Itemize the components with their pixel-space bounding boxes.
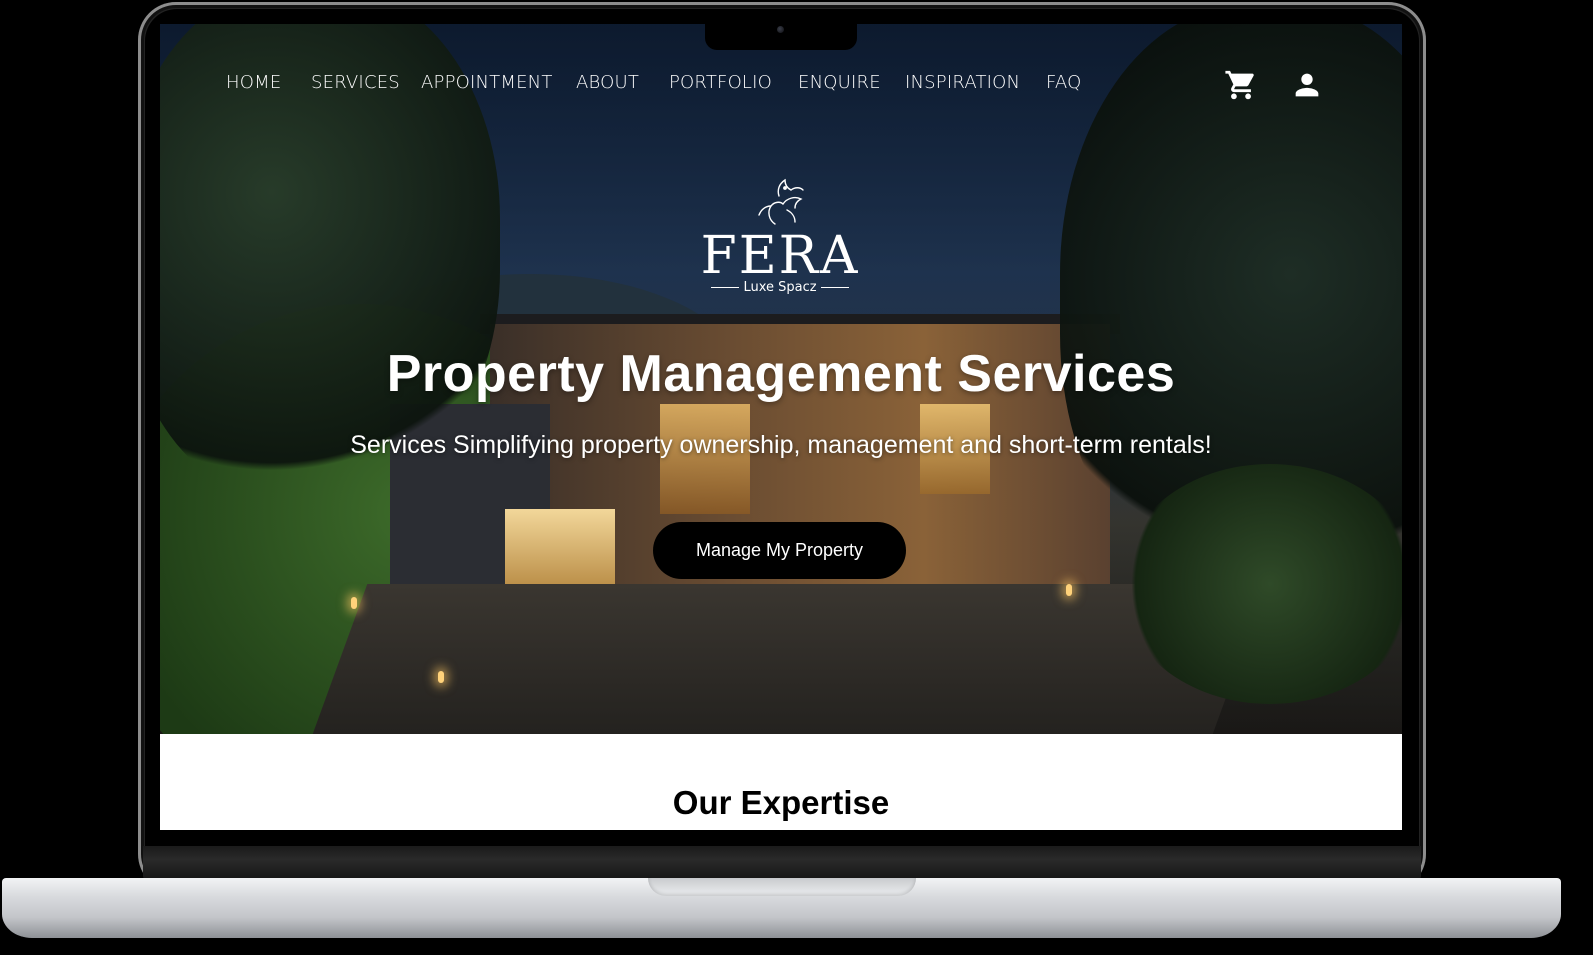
nav-item-appointment[interactable]: APPOINTMENT	[421, 72, 553, 93]
hero-subtitle: Services Simplifying property ownership,…	[350, 431, 1212, 459]
tagline-text: Luxe Spacz	[743, 280, 817, 295]
hero-title: Property Management Services	[386, 345, 1176, 403]
garden-lamp	[351, 597, 357, 609]
manage-property-button[interactable]: Manage My Property	[653, 522, 906, 579]
nav-item-faq[interactable]: FAQ	[1046, 72, 1081, 93]
nav-item-inspiration[interactable]: INSPIRATION	[905, 72, 1020, 93]
expertise-section: Our Expertise	[160, 734, 1402, 830]
main-nav: HOME SERVICES APPOINTMENT ABOUT PORTFOLI…	[160, 72, 1402, 98]
nav-item-services[interactable]: SERVICES	[311, 72, 400, 93]
nav-item-portfolio[interactable]: PORTFOLIO	[669, 72, 772, 93]
hero-section: HOME SERVICES APPOINTMENT ABOUT PORTFOLI…	[160, 24, 1402, 734]
cart-icon[interactable]	[1224, 68, 1258, 102]
garden-lamp	[1066, 584, 1072, 596]
nav-item-enquire[interactable]: ENQUIRE	[798, 72, 881, 93]
tree-right-lower	[1120, 464, 1402, 704]
camera-notch	[705, 22, 857, 50]
tagline-rule	[820, 287, 849, 288]
brand-wordmark: FERA	[700, 226, 860, 286]
brand-logo[interactable]: FERA Luxe Spacz	[700, 174, 860, 304]
garden-lamp	[438, 671, 444, 683]
tagline-rule	[711, 287, 740, 288]
nav-item-home[interactable]: HOME	[226, 72, 281, 93]
trackpad-notch	[648, 878, 916, 896]
section-heading: Our Expertise	[672, 784, 890, 821]
griffin-emblem-icon	[758, 178, 804, 225]
user-icon[interactable]	[1290, 68, 1324, 102]
garage-opening	[505, 509, 615, 589]
camera-icon	[777, 26, 784, 33]
laptop-base	[2, 878, 1561, 938]
screen: HOME SERVICES APPOINTMENT ABOUT PORTFOLI…	[160, 24, 1402, 830]
nav-item-about[interactable]: ABOUT	[576, 72, 639, 93]
laptop-chin	[143, 846, 1421, 880]
